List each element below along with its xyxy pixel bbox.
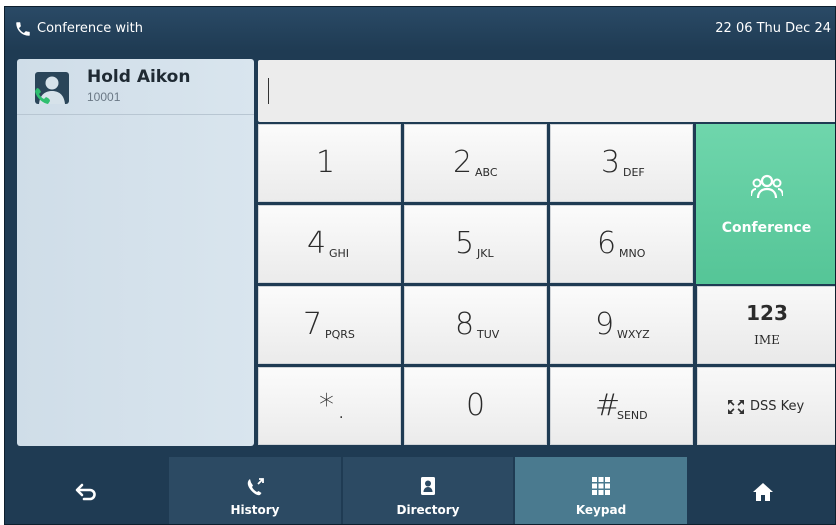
conference-label: Conference [721, 220, 812, 236]
key-5[interactable]: 5 JKL [404, 205, 547, 283]
key-digit: 5 [455, 226, 475, 261]
key-digit: 1 [316, 145, 336, 180]
clock: 22 06 Thu Dec 24 [715, 21, 831, 36]
key-digit: 6 [597, 226, 617, 261]
history-icon [247, 478, 264, 496]
contact-number: 10001 [87, 90, 121, 104]
key-letters: WXYZ [617, 328, 650, 341]
ime-mode: 123 [746, 301, 788, 325]
held-contact[interactable]: Hold Aikon 10001 [17, 59, 254, 115]
home-icon [753, 483, 773, 501]
status-bar: Conference with 22 06 Thu Dec 24 [5, 7, 835, 51]
key-letters: GHI [329, 247, 350, 260]
contact-name: Hold Aikon [87, 67, 191, 87]
conference-button[interactable]: Conference [696, 124, 835, 284]
dial-input[interactable] [258, 60, 835, 122]
key-digit: * [319, 388, 334, 423]
tab-keypad-label: Keypad [575, 503, 627, 517]
key-letters: JKL [477, 247, 494, 260]
bottom-nav: History Directory Keypad [5, 449, 835, 524]
key-letters: SEND [617, 409, 648, 422]
directory-icon [421, 477, 435, 495]
key-7[interactable]: 7 PQRS [258, 286, 401, 364]
key-digit: 7 [303, 307, 323, 342]
key-digit: 4 [307, 226, 327, 261]
keypad-icon [592, 477, 610, 495]
key-letters: ABC [475, 166, 498, 179]
key-6[interactable]: 6 MNO [550, 205, 693, 283]
ime-label: IME [754, 333, 780, 347]
call-title: Conference with [37, 21, 143, 36]
conference-icon [751, 174, 783, 199]
key-letters: DEF [623, 166, 645, 179]
key-star[interactable]: * . [258, 367, 401, 445]
key-8[interactable]: 8 TUV [404, 286, 547, 364]
ime-button[interactable]: 123 IME [697, 286, 835, 364]
tab-history[interactable]: History [169, 457, 341, 524]
dss-key-button[interactable]: DSS Key [697, 367, 835, 445]
key-2[interactable]: 2 ABC [404, 124, 547, 202]
key-letters: . [339, 406, 344, 422]
text-cursor [268, 78, 269, 104]
key-digit: 9 [595, 307, 615, 342]
tab-keypad[interactable]: Keypad [515, 457, 687, 524]
contact-avatar-icon [35, 72, 69, 104]
tab-directory[interactable]: Directory [343, 457, 513, 524]
back-icon [75, 483, 96, 501]
tab-directory-label: Directory [396, 503, 460, 517]
key-digit: 0 [466, 388, 486, 423]
expand-icon [728, 400, 744, 414]
key-0[interactable]: 0 [404, 367, 547, 445]
back-button[interactable] [5, 457, 167, 524]
key-hash[interactable]: # SEND [550, 367, 693, 445]
key-letters: PQRS [325, 328, 355, 341]
contact-panel: Hold Aikon 10001 [17, 59, 254, 446]
phone-screen: Conference with 22 06 Thu Dec 24 Hold Ai… [4, 6, 836, 525]
key-letters: TUV [477, 328, 500, 341]
home-button[interactable] [689, 457, 835, 524]
tab-history-label: History [230, 503, 280, 517]
key-1[interactable]: 1 [258, 124, 401, 202]
key-digit: 2 [453, 145, 473, 180]
key-digit: 8 [455, 307, 475, 342]
key-9[interactable]: 9 WXYZ [550, 286, 693, 364]
key-letters: MNO [619, 247, 646, 260]
phone-icon [16, 22, 30, 36]
key-3[interactable]: 3 DEF [550, 124, 693, 202]
key-digit: 3 [601, 145, 621, 180]
key-4[interactable]: 4 GHI [258, 205, 401, 283]
dss-key-label: DSS Key [750, 399, 805, 414]
